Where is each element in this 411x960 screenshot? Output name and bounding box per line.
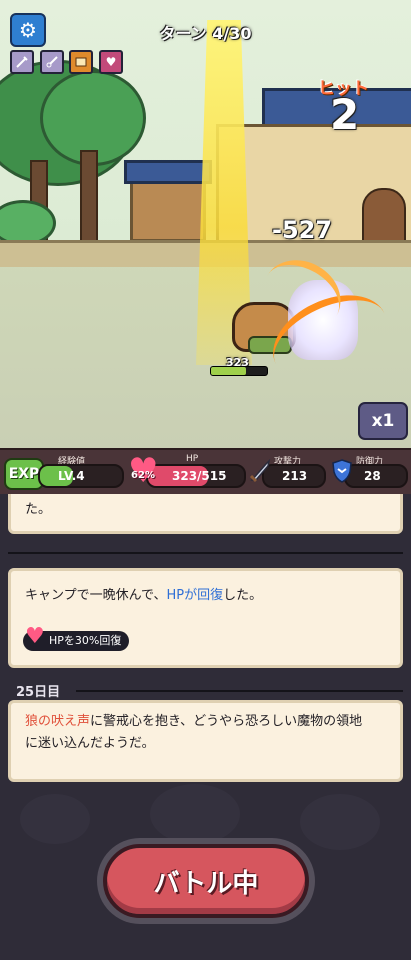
hp-percent: 62% bbox=[131, 470, 155, 481]
player-hp-bar-fill bbox=[211, 367, 246, 375]
turn-counter: ターン 4/30 bbox=[159, 24, 252, 43]
event-highlight: 狼の吠え声 bbox=[25, 714, 91, 729]
attack-value: 213 bbox=[282, 469, 308, 483]
heart-skill-icon[interactable]: ♥ bbox=[99, 50, 123, 74]
background-pattern bbox=[300, 794, 380, 850]
exp-bar: LV.4 bbox=[38, 464, 124, 488]
sword-icon bbox=[246, 456, 274, 486]
heart-icon: ♥ bbox=[25, 624, 45, 649]
well bbox=[130, 176, 206, 242]
gear-icon: ⚙ bbox=[19, 18, 37, 42]
castle-door bbox=[362, 188, 406, 248]
log-card-event: 狼の吠え声に警戒心を抱き、どうやら恐ろしい魔物の領地 に迷い込んだようだ。 bbox=[8, 700, 403, 782]
event-text-2: に迷い込んだようだ。 bbox=[25, 736, 155, 751]
level-value: LV.4 bbox=[58, 469, 85, 483]
scissors-skill-icon[interactable] bbox=[40, 50, 64, 74]
day-label: 25日目 bbox=[16, 685, 61, 700]
game-screen: ターン 4/30 ヒット 2 -527 323 ⚙ ♥ x1 EXP 経験値 L… bbox=[0, 0, 411, 960]
log-text: た。 bbox=[25, 502, 52, 517]
background-pattern bbox=[150, 784, 240, 844]
camp-text-hp: HPが回復 bbox=[166, 588, 224, 603]
tree-trunk bbox=[80, 150, 98, 244]
camp-text-end: した。 bbox=[223, 588, 263, 603]
divider bbox=[76, 690, 403, 692]
hp-bar: 323/515 bbox=[146, 464, 246, 488]
damage-number: -527 bbox=[272, 216, 333, 244]
log-card-partial: た。 bbox=[8, 494, 403, 534]
stats-bar: EXP 経験値 LV.4 HP 323/515 ♥ 62% 攻撃力 213 防御… bbox=[0, 448, 411, 496]
hp-value: 323/515 bbox=[172, 469, 227, 483]
camp-text-start: キャンプで一晩休んで、 bbox=[25, 588, 167, 603]
log-card-camp: キャンプで一晩休んで、HPが回復した。 ♥ HPを30%回復 bbox=[8, 568, 403, 668]
settings-button[interactable]: ⚙ bbox=[10, 13, 46, 47]
defense-value: 28 bbox=[364, 469, 381, 483]
log-text: 狼の吠え声に警戒心を抱き、どうやら恐ろしい魔物の領地 に迷い込んだようだ。 bbox=[25, 711, 362, 755]
battle-scene: ターン 4/30 ヒット 2 -527 323 ⚙ ♥ x1 bbox=[0, 0, 411, 448]
hp-recovery-chip: ♥ HPを30%回復 bbox=[23, 626, 130, 651]
divider bbox=[8, 552, 403, 554]
log-text: キャンプで一晩休んで、HPが回復した。 bbox=[25, 585, 262, 607]
hp-recovery-text: HPを30%回復 bbox=[49, 634, 122, 647]
speed-toggle-button[interactable]: x1 bbox=[358, 402, 408, 440]
event-text-1: に警戒心を抱き、どうやら恐ろしい魔物の領地 bbox=[90, 714, 363, 729]
battle-button[interactable]: バトル中 bbox=[103, 844, 309, 918]
hp-label: HP bbox=[186, 454, 199, 464]
sword-skill-icon[interactable] bbox=[10, 50, 34, 74]
shield-icon bbox=[328, 456, 356, 486]
player-hp-bar bbox=[210, 366, 268, 376]
well-roof bbox=[124, 160, 212, 184]
hit-count: 2 bbox=[330, 90, 360, 139]
scroll-skill-icon[interactable] bbox=[69, 50, 93, 74]
background-pattern bbox=[20, 794, 90, 844]
